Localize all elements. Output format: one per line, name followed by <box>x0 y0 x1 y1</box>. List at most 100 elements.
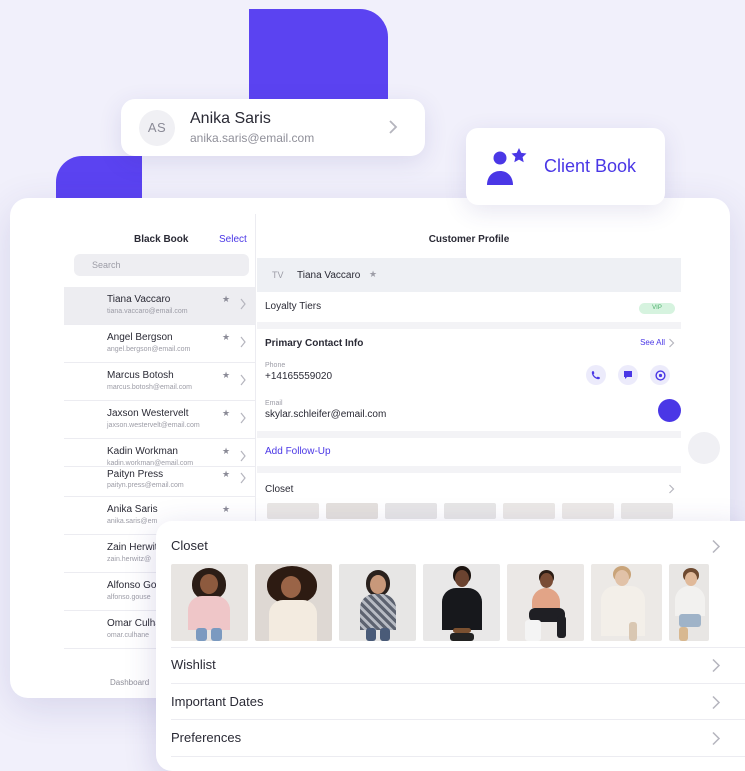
star-icon: ★ <box>222 332 231 342</box>
client-email: anika.saris@em <box>107 518 158 525</box>
closet-photo[interactable] <box>507 564 584 641</box>
client-email: alfonso.gouse <box>107 594 151 601</box>
closet-thumbnail[interactable] <box>326 503 378 519</box>
contact-name: Anika Saris <box>190 110 271 127</box>
closet-photo[interactable] <box>255 564 332 641</box>
search-input[interactable]: Search <box>74 254 249 276</box>
divider <box>257 431 681 438</box>
see-all-link[interactable]: See All <box>640 338 665 347</box>
client-list-item[interactable]: Paityn Press paityn.press@email.com ★ <box>64 467 256 497</box>
client-list-item[interactable]: Angel Bergson angel.bergson@email.com ★ <box>64 325 256 363</box>
closet-photo[interactable] <box>423 564 500 641</box>
dashboard-tab[interactable]: Dashboard <box>110 678 149 687</box>
chevron-right-icon <box>240 298 246 310</box>
phone-icon[interactable] <box>586 365 606 385</box>
closet-row[interactable]: Closet <box>265 484 675 495</box>
vip-badge: VIP <box>639 303 675 314</box>
client-email: kadin.workman@email.com <box>107 460 194 467</box>
client-details-panel: Closet Wishlist Important Dates Preferen… <box>156 521 745 771</box>
chevron-right-icon <box>389 120 398 134</box>
client-name: Anika Saris <box>107 504 158 515</box>
client-book-label: Client Book <box>544 156 637 176</box>
closet-thumbnail[interactable] <box>562 503 614 519</box>
client-email: zain.herwitz@ <box>107 556 152 563</box>
closet-photo[interactable] <box>339 564 416 641</box>
star-icon: ★ <box>222 408 231 418</box>
chevron-right-icon <box>240 450 246 462</box>
contact-info: Anika Saris anika.saris@email.com <box>190 110 314 145</box>
chevron-right-icon <box>240 472 246 484</box>
client-book-badge: Client Book <box>466 128 665 205</box>
closet-photo[interactable] <box>591 564 662 641</box>
sidebar-title: Black Book <box>134 234 189 245</box>
client-email: marcus.botosh@email.com <box>107 384 192 391</box>
message-icon[interactable] <box>618 365 638 385</box>
divider <box>171 719 745 720</box>
important-dates-row[interactable]: Important Dates <box>171 694 731 710</box>
client-list-item[interactable]: Tiana Vaccaro tiana.vaccaro@email.com ★ <box>64 287 256 325</box>
client-name: Paityn Press <box>107 469 164 480</box>
client-list-item[interactable]: Jaxson Westervelt jaxson.westervelt@emai… <box>64 401 256 439</box>
closet-label: Closet <box>265 484 294 495</box>
client-email: jaxson.westervelt@email.com <box>107 422 200 429</box>
closet-photo[interactable] <box>171 564 248 641</box>
email-value: skylar.schleifer@email.com <box>265 409 387 420</box>
closet-photo[interactable] <box>669 564 709 641</box>
client-list-item[interactable]: Marcus Botosh marcus.botosh@email.com ★ <box>64 363 256 401</box>
side-handle[interactable] <box>688 432 720 464</box>
closet-thumbnail[interactable] <box>503 503 555 519</box>
profile-client-header: TV Tiana Vaccaro ★ <box>257 258 681 292</box>
chevron-right-icon <box>712 539 721 554</box>
chevron-right-icon <box>712 658 721 673</box>
chevron-right-icon <box>240 336 246 348</box>
star-icon[interactable]: ★ <box>369 269 377 280</box>
closet-thumbnail[interactable] <box>621 503 673 519</box>
client-list-item[interactable]: Kadin Workman kadin.workman@email.com ★ <box>64 439 256 467</box>
contact-card[interactable]: AS Anika Saris anika.saris@email.com <box>121 99 425 156</box>
closet-thumbnail[interactable] <box>444 503 496 519</box>
star-icon: ★ <box>222 469 231 479</box>
divider <box>171 756 745 757</box>
client-name: Tiana Vaccaro <box>107 294 171 305</box>
client-name: Omar Culha <box>107 618 161 629</box>
closet-thumbnail[interactable] <box>385 503 437 519</box>
chevron-right-icon <box>712 731 721 746</box>
important-dates-label: Important Dates <box>171 694 264 709</box>
wishlist-label: Wishlist <box>171 657 216 672</box>
divider <box>171 647 745 648</box>
closet-thumbnail[interactable] <box>267 503 319 519</box>
chevron-right-icon <box>240 374 246 386</box>
chevron-right-icon <box>669 484 675 494</box>
client-email: tiana.vaccaro@email.com <box>107 308 188 315</box>
whatsapp-icon[interactable] <box>650 365 670 385</box>
preferences-row[interactable]: Preferences <box>171 730 731 746</box>
add-follow-up-button[interactable]: Add Follow-Up <box>265 446 689 457</box>
closet-thumbnail-strip <box>267 503 673 519</box>
contact-email: anika.saris@email.com <box>190 131 315 145</box>
chevron-right-icon <box>669 338 675 348</box>
client-name: Tiana Vaccaro <box>297 270 361 281</box>
client-name: Angel Bergson <box>107 332 173 343</box>
wishlist-row[interactable]: Wishlist <box>171 657 731 673</box>
client-initials: TV <box>272 270 284 280</box>
client-book-icon <box>487 147 527 185</box>
closet-gallery <box>171 564 709 641</box>
closet-section-row[interactable]: Closet <box>171 538 731 554</box>
primary-contact-header: Primary Contact Info See All <box>265 338 675 349</box>
preferences-label: Preferences <box>171 730 242 745</box>
star-icon: ★ <box>222 504 231 514</box>
closet-label: Closet <box>171 538 208 553</box>
client-name: Marcus Botosh <box>107 370 174 381</box>
profile-title: Customer Profile <box>428 234 510 245</box>
client-name: Zain Herwit <box>107 542 158 553</box>
loyalty-label: Loyalty Tiers <box>265 301 322 312</box>
client-email: angel.bergson@email.com <box>107 346 191 353</box>
client-email: omar.culhane <box>107 632 150 639</box>
email-action-button[interactable] <box>658 399 681 422</box>
chevron-right-icon <box>712 695 721 710</box>
divider <box>257 322 681 329</box>
star-icon: ★ <box>222 294 231 304</box>
select-button[interactable]: Select <box>219 234 247 245</box>
primary-contact-heading: Primary Contact Info <box>265 338 364 349</box>
loyalty-tiers-row[interactable]: Loyalty Tiers VIP <box>265 301 675 314</box>
